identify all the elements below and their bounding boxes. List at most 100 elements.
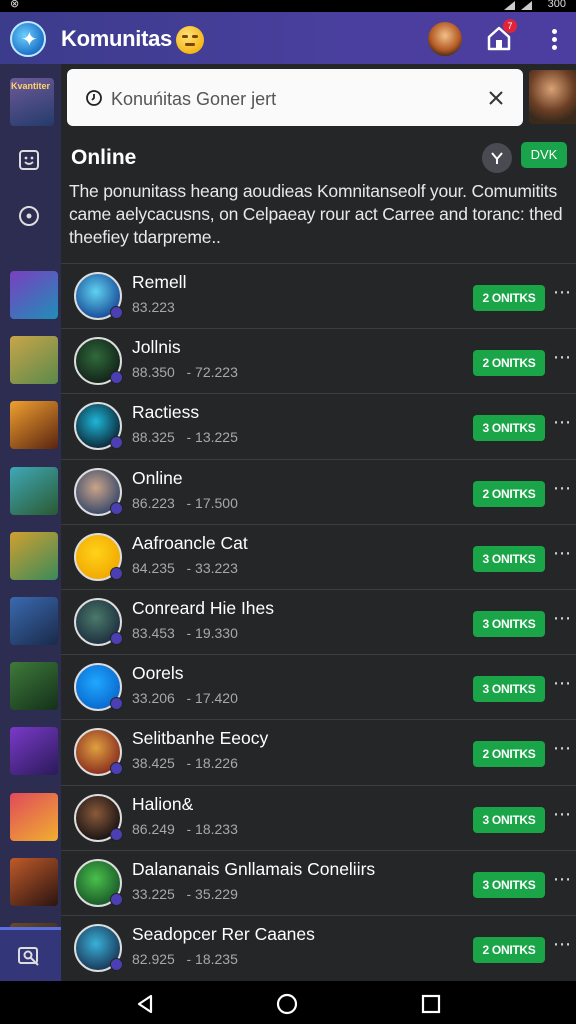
status-dot-icon	[110, 958, 123, 971]
join-button[interactable]: 2 ONITKS	[473, 937, 545, 963]
rail-thumbnail[interactable]	[10, 271, 58, 319]
community-stats: 83.223	[132, 299, 175, 315]
app-title: Komunitas	[61, 26, 172, 51]
rail-thumbnail[interactable]	[10, 662, 58, 711]
status-dot-icon	[110, 566, 123, 580]
community-avatar[interactable]	[74, 337, 123, 386]
more-options-icon[interactable]: ⋯	[553, 543, 571, 564]
more-options-icon[interactable]: ⋯	[553, 412, 571, 433]
more-options-icon[interactable]: ⋯	[553, 282, 571, 303]
community-name: Aafroancle Cat	[132, 532, 248, 553]
app-logo-icon[interactable]	[10, 21, 46, 57]
notification-badge: 7	[503, 19, 517, 33]
status-dot-icon	[110, 827, 123, 841]
list-item[interactable]: Ractiess 88.325 - 13.225 3 ONITKS ⋯	[61, 393, 576, 458]
more-options-icon[interactable]: ⋯	[553, 478, 571, 499]
more-options-icon[interactable]: ⋯	[553, 608, 571, 629]
rail-search-tab[interactable]	[0, 927, 61, 981]
overflow-menu-button[interactable]	[543, 26, 565, 54]
community-name: Jollnis	[132, 337, 181, 358]
community-name: Remell	[132, 272, 187, 292]
more-options-icon[interactable]: ⋯	[553, 347, 571, 368]
home-button[interactable]: 7	[484, 19, 517, 53]
rail-thumbnail[interactable]	[10, 531, 58, 580]
join-button[interactable]: 3 ONITKS	[473, 676, 545, 703]
emoji-face-icon	[176, 26, 204, 54]
join-button[interactable]: 2 ONITKS	[473, 350, 545, 377]
app-bar: Komunitas 7	[0, 12, 576, 64]
image-search-icon	[18, 947, 39, 966]
join-button[interactable]: 3 ONITKS	[473, 611, 545, 637]
rail-thumbnail[interactable]	[10, 727, 58, 776]
home-nav-icon[interactable]	[276, 993, 298, 1015]
join-button[interactable]: 2 ONITKS	[473, 480, 545, 507]
community-avatar[interactable]	[74, 402, 123, 451]
community-avatar[interactable]	[74, 924, 123, 972]
status-left-icon: ⊗	[10, 0, 20, 10]
rail-game-card[interactable]: Kvantiter	[10, 78, 54, 126]
list-item[interactable]: Jollnis 88.350 - 72.223 2 ONITKS ⋯	[61, 328, 576, 393]
rail-thumbnail[interactable]	[10, 466, 58, 515]
search-input[interactable]: Konuńitas Goner jert	[111, 89, 276, 110]
list-item[interactable]: Online 86.223 - 17.500 2 ONITKS ⋯	[61, 458, 576, 524]
join-button[interactable]: 2 ONITKS	[473, 741, 545, 768]
rail-thumbnail[interactable]	[10, 336, 58, 385]
join-button[interactable]: 3 ONITKS	[473, 806, 545, 833]
history-icon	[86, 90, 102, 106]
profile-avatar[interactable]	[428, 22, 462, 56]
list-item[interactable]: Dalananais Gnllamais Coneliirs 33.225 - 3…	[61, 849, 576, 915]
community-avatar[interactable]	[74, 467, 123, 516]
signal-icons	[504, 1, 532, 10]
community-avatar[interactable]	[74, 598, 123, 646]
list-item[interactable]: Remell 83.223 2 ONITKS ⋯	[61, 263, 576, 328]
left-rail: Kvantiter	[0, 64, 61, 981]
more-options-icon[interactable]: ⋯	[553, 738, 571, 759]
join-button[interactable]: 3 ONITKS	[473, 415, 545, 442]
more-options-icon[interactable]: ⋯	[553, 804, 571, 825]
community-stats: 88.325 - 13.225	[132, 429, 238, 446]
list-item[interactable]: Halion& 86.249 - 18.233 3 ONITKS ⋯	[61, 784, 576, 850]
rail-thumbnail[interactable]	[10, 792, 58, 841]
list-item[interactable]: Aafroancle Cat 84.235 - 33.223 3 ONITKS ⋯	[61, 523, 576, 589]
join-button[interactable]: 3 ONITKS	[473, 545, 545, 572]
search-bar[interactable]: Konuńitas Goner jert	[67, 69, 523, 126]
more-options-icon[interactable]: ⋯	[553, 934, 571, 955]
system-nav-bar	[0, 981, 576, 1024]
join-button[interactable]: 2 ONITKS	[473, 285, 545, 311]
more-options-icon[interactable]: ⋯	[553, 673, 571, 694]
rail-record-button[interactable]	[17, 204, 41, 228]
community-stats: 86.249 - 18.233	[132, 820, 238, 837]
recents-icon[interactable]	[420, 993, 442, 1015]
community-avatar[interactable]	[74, 663, 123, 712]
filter-icon	[491, 152, 503, 164]
rail-emoji-button[interactable]	[17, 148, 41, 172]
rail-thumbnail[interactable]	[10, 857, 58, 906]
community-name: Oorels	[132, 663, 184, 684]
community-name: Halion&	[132, 793, 194, 814]
list-item[interactable]: Conreard Hie Ihes 83.453 - 19.330 3 ONITKS…	[61, 589, 576, 654]
community-avatar[interactable]	[74, 532, 123, 581]
main-panel: Konuńitas Goner jert Online DVK The ponu…	[61, 64, 576, 981]
close-icon[interactable]	[487, 89, 505, 107]
community-avatar[interactable]	[74, 793, 123, 842]
list-item[interactable]: Seadopcer Rer Caanes 82.925 - 18.235 2 ONI…	[61, 915, 576, 980]
status-dot-icon	[110, 306, 123, 319]
list-item[interactable]: Oorels 33.206 - 17.420 3 ONITKS ⋯	[61, 654, 576, 719]
community-avatar[interactable]	[74, 858, 123, 907]
list-item[interactable]: Selitbanhe Eeocy 38.425 - 18.226 2 ONITKS ⋯	[61, 719, 576, 784]
rail-thumbnail[interactable]	[10, 401, 58, 450]
join-button[interactable]: 3 ONITKS	[473, 871, 545, 898]
community-avatar[interactable]	[74, 272, 123, 320]
dvk-button[interactable]: DVK	[521, 142, 567, 168]
more-options-icon[interactable]: ⋯	[553, 869, 571, 890]
community-stats: 86.223 - 17.500	[132, 494, 238, 511]
status-dot-icon	[110, 762, 123, 776]
community-name: Online	[132, 467, 183, 488]
featured-thumbnail[interactable]	[529, 70, 576, 124]
community-avatar[interactable]	[74, 728, 123, 777]
community-stats: 83.453 - 19.330	[132, 625, 238, 641]
community-name: Seadopcer Rer Caanes	[132, 924, 315, 944]
filter-button[interactable]	[482, 143, 512, 173]
back-icon[interactable]	[134, 993, 156, 1015]
rail-thumbnail[interactable]	[10, 597, 58, 645]
